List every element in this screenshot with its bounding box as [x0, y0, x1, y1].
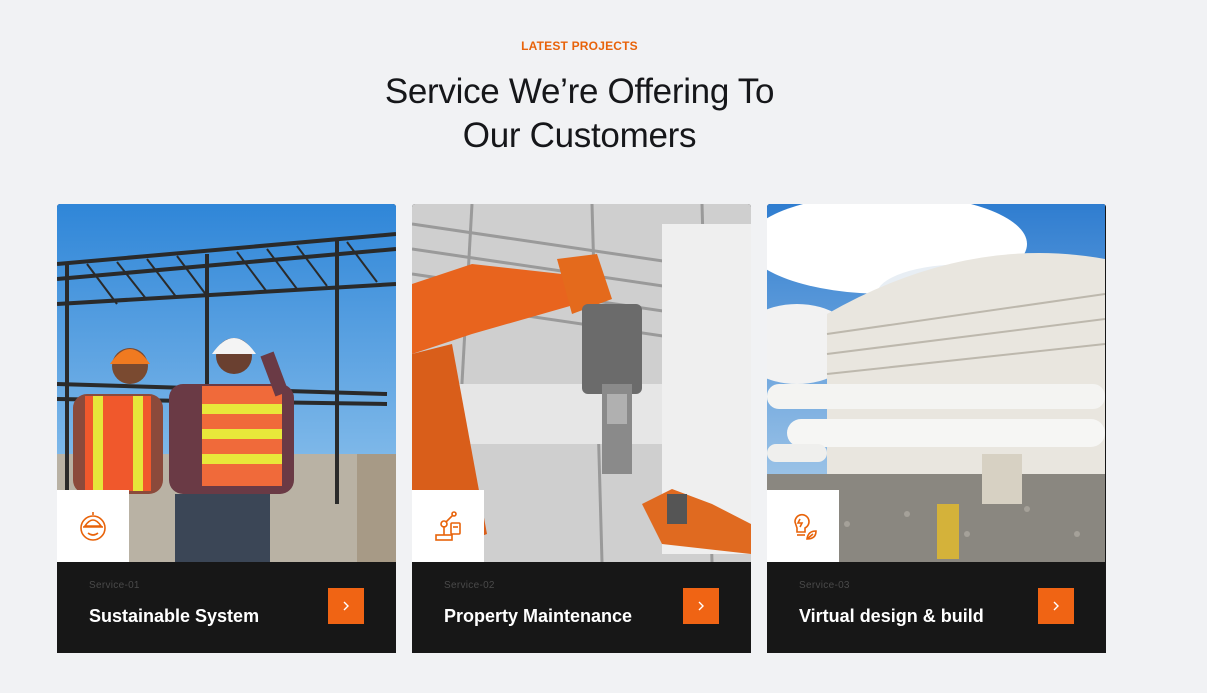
service-card-1[interactable]: Service-01 Sustainable System — [57, 204, 396, 653]
chevron-right-icon — [343, 601, 349, 611]
service-number: Service-02 — [444, 580, 495, 591]
safety-helmet-gear-icon — [57, 490, 129, 562]
chevron-right-icon — [698, 601, 704, 611]
card-arrow-button[interactable] — [683, 588, 719, 624]
card-body: Service-02 Property Maintenance — [412, 562, 751, 653]
chevron-right-icon — [1053, 601, 1059, 611]
service-card-3[interactable]: Service-03 Virtual design & build — [767, 204, 1106, 653]
service-title[interactable]: Property Maintenance — [444, 606, 632, 627]
card-body: Service-03 Virtual design & build — [767, 562, 1106, 653]
service-card-2[interactable]: Service-02 Property Maintenance — [412, 204, 751, 653]
section-title-line-1: Service We’re Offering To — [384, 72, 775, 111]
robot-arm-icon — [412, 490, 484, 562]
section-title-line-2: Our Customers — [462, 116, 697, 155]
section-title: Service We’re Offering To Our Customers — [0, 70, 1159, 158]
card-arrow-button[interactable] — [1038, 588, 1074, 624]
card-body: Service-01 Sustainable System — [57, 562, 396, 653]
service-number: Service-01 — [89, 580, 140, 591]
service-title[interactable]: Sustainable System — [89, 606, 259, 627]
lightbulb-leaf-icon — [767, 490, 839, 562]
card-arrow-button[interactable] — [328, 588, 364, 624]
section-eyebrow: LATEST PROJECTS — [521, 39, 638, 53]
service-title[interactable]: Virtual design & build — [799, 606, 984, 627]
service-number: Service-03 — [799, 580, 850, 591]
